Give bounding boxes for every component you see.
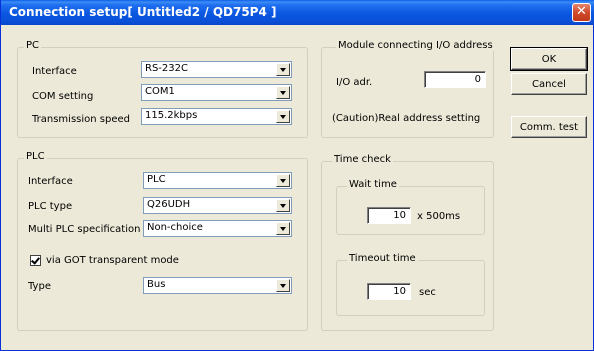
multi-plc-select[interactable]: Non-choice bbox=[143, 220, 292, 237]
connection-setup-dialog: Connection setup[ Untitled2 / QD75P4 ] ✕… bbox=[0, 0, 594, 351]
connection-type-value: Bus bbox=[147, 279, 166, 290]
module-io-group: Module connecting I/O address bbox=[321, 40, 495, 138]
plc-interface-select[interactable]: PLC bbox=[143, 172, 292, 189]
plc-type-select[interactable]: Q26UDH bbox=[143, 197, 292, 214]
timeout-time-unit: sec bbox=[419, 287, 436, 298]
comm-test-button[interactable]: Comm. test bbox=[511, 116, 587, 138]
transmission-speed-label: Transmission speed bbox=[32, 114, 130, 125]
got-transparent-checkbox[interactable] bbox=[30, 255, 41, 266]
timeout-time-input[interactable]: 10 bbox=[367, 283, 411, 300]
connection-type-label: Type bbox=[28, 281, 51, 292]
window-title: Connection setup[ Untitled2 / QD75P4 ] bbox=[9, 5, 277, 19]
plc-type-label: PLC type bbox=[28, 201, 73, 212]
wait-time-legend: Wait time bbox=[347, 179, 399, 190]
pc-interface-label: Interface bbox=[32, 66, 77, 77]
plc-interface-label: Interface bbox=[28, 176, 73, 187]
chevron-down-icon[interactable] bbox=[276, 63, 290, 76]
chevron-down-icon[interactable] bbox=[276, 86, 290, 99]
transmission-speed-value: 115.2kbps bbox=[145, 110, 198, 121]
io-address-label: I/O adr. bbox=[336, 77, 373, 88]
ok-button[interactable]: OK bbox=[510, 47, 588, 71]
module-io-group-legend: Module connecting I/O address bbox=[336, 40, 495, 51]
com-setting-select[interactable]: COM1 bbox=[141, 84, 292, 101]
caution-text: (Caution)Real address setting bbox=[332, 113, 481, 124]
pc-group-legend: PC bbox=[24, 40, 42, 51]
transmission-speed-select[interactable]: 115.2kbps bbox=[141, 108, 292, 125]
pc-interface-value: RS-232C bbox=[145, 63, 188, 74]
title-bar[interactable]: Connection setup[ Untitled2 / QD75P4 ] ✕ bbox=[1, 0, 594, 25]
multi-plc-label: Multi PLC specification bbox=[28, 224, 141, 235]
got-transparent-label[interactable]: via GOT transparent mode bbox=[46, 255, 179, 266]
plc-interface-value: PLC bbox=[147, 174, 166, 185]
chevron-down-icon[interactable] bbox=[276, 222, 290, 235]
plc-type-value: Q26UDH bbox=[147, 199, 191, 210]
chevron-down-icon[interactable] bbox=[276, 279, 290, 292]
com-setting-label: COM setting bbox=[32, 91, 94, 102]
io-address-input[interactable]: 0 bbox=[424, 71, 486, 88]
cancel-button[interactable]: Cancel bbox=[511, 73, 587, 95]
multi-plc-value: Non-choice bbox=[147, 222, 203, 233]
wait-time-unit: x 500ms bbox=[417, 211, 461, 222]
close-button[interactable]: ✕ bbox=[572, 3, 591, 22]
time-check-legend: Time check bbox=[332, 154, 393, 165]
chevron-down-icon[interactable] bbox=[276, 199, 290, 212]
chevron-down-icon[interactable] bbox=[276, 174, 290, 187]
close-icon: ✕ bbox=[576, 4, 587, 19]
pc-interface-select[interactable]: RS-232C bbox=[141, 61, 292, 78]
timeout-time-legend: Timeout time bbox=[347, 253, 418, 264]
plc-group-legend: PLC bbox=[24, 151, 47, 162]
wait-time-input[interactable]: 10 bbox=[367, 207, 411, 224]
connection-type-select[interactable]: Bus bbox=[143, 277, 292, 294]
chevron-down-icon[interactable] bbox=[276, 110, 290, 123]
com-setting-value: COM1 bbox=[145, 86, 175, 97]
